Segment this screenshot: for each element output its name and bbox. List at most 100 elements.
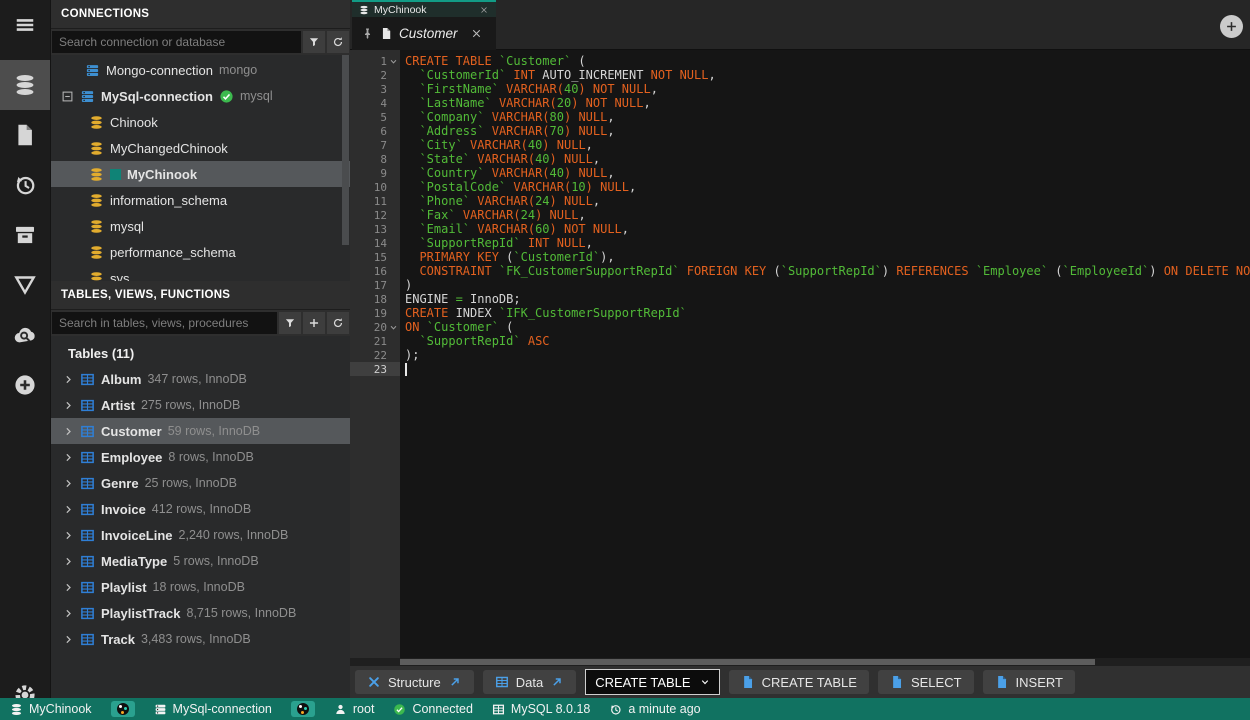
table-grid-icon [492, 703, 505, 716]
activity-item-filter[interactable] [0, 260, 50, 310]
chevron-down-icon[interactable] [387, 57, 399, 66]
database-item-mysql[interactable]: mysql [51, 213, 350, 239]
code-line-9: `Country` VARCHAR(40) NULL, [405, 166, 1250, 180]
status-last-refresh[interactable]: a minute ago [609, 702, 700, 716]
table-meta: 18 rows, InnoDB [153, 580, 245, 594]
activity-item-add-connection[interactable] [0, 360, 50, 410]
status-connection-status[interactable]: Connected [393, 702, 472, 716]
table-item-PlaylistTrack[interactable]: PlaylistTrack 8,715 rows, InnoDB [51, 600, 350, 626]
chevron-right-icon[interactable] [63, 582, 74, 593]
database-item-Chinook[interactable]: Chinook [51, 109, 350, 135]
add-tab-button[interactable] [1220, 15, 1243, 38]
chevron-right-icon[interactable] [63, 530, 74, 541]
close-icon[interactable] [479, 5, 489, 15]
table-item-MediaType[interactable]: MediaType5 rows, InnoDB [51, 548, 350, 574]
check-circle-icon [219, 89, 234, 104]
connections-search-input[interactable] [52, 31, 301, 53]
data-label: Data [516, 675, 543, 690]
activity-item-cloud-search[interactable] [0, 310, 50, 360]
code-line-12: `Fax` VARCHAR(24) NULL, [405, 208, 1250, 222]
history-icon [609, 703, 622, 716]
tab-connection-mychinook[interactable]: MyChinook [352, 0, 496, 17]
tables-tree: Tables (11)Album347 rows, InnoDBArtist27… [51, 336, 350, 700]
code-area[interactable]: CREATE TABLE `Customer` ( `CustomerId` I… [400, 50, 1250, 658]
tables-filter-button[interactable] [279, 312, 301, 334]
activity-item-backup[interactable] [0, 210, 50, 260]
status-user[interactable]: root [334, 702, 375, 716]
tab-document-customer[interactable]: Customer [352, 17, 496, 50]
connections-refresh-button[interactable] [327, 31, 349, 53]
chevron-down-icon[interactable] [387, 323, 399, 332]
table-name: Album [101, 372, 141, 387]
table-item-Track[interactable]: Track3,483 rows, InnoDB [51, 626, 350, 652]
database-item-information_schema[interactable]: information_schema [51, 187, 350, 213]
activity-item-history[interactable] [0, 160, 50, 210]
close-icon[interactable] [470, 27, 483, 40]
table-meta: 8,715 rows, InnoDB [187, 606, 297, 620]
chevron-right-icon[interactable] [63, 374, 74, 385]
database-icon [359, 5, 369, 15]
chevron-right-icon[interactable] [63, 608, 74, 619]
chevron-right-icon[interactable] [63, 478, 74, 489]
table-meta: 5 rows, InnoDB [173, 554, 258, 568]
horizontal-scrollbar-thumb[interactable] [400, 659, 1095, 665]
table-item-Playlist[interactable]: Playlist18 rows, InnoDB [51, 574, 350, 600]
code-line-14: `SupportRepId` INT NULL, [405, 236, 1250, 250]
connections-scrollbar-thumb[interactable] [342, 55, 349, 245]
line-number-22: 22 [350, 348, 400, 362]
table-item-Employee[interactable]: Employee 8 rows, InnoDB [51, 444, 350, 470]
tables-refresh-button[interactable] [327, 312, 349, 334]
connections-filter-button[interactable] [303, 31, 325, 53]
connection-item-Mongo-connection[interactable]: Mongo-connectionmongo [51, 57, 350, 83]
chevron-right-icon[interactable] [63, 634, 74, 645]
table-item-Artist[interactable]: Artist275 rows, InnoDB [51, 392, 350, 418]
database-item-performance_schema[interactable]: performance_schema [51, 239, 350, 265]
table-name: PlaylistTrack [101, 606, 181, 621]
code-line-2: `CustomerId` INT AUTO_INCREMENT NOT NULL… [405, 68, 1250, 82]
table-item-Genre[interactable]: Genre25 rows, InnoDB [51, 470, 350, 496]
minus-box-icon[interactable] [61, 90, 74, 103]
line-number-12: 12 [350, 208, 400, 222]
table-meta: 8 rows, InnoDB [168, 450, 253, 464]
structure-button[interactable]: Structure [355, 670, 474, 694]
tables-group-row[interactable]: Tables (11) [51, 340, 350, 366]
server-icon [85, 63, 100, 78]
status-server-version[interactable]: MySQL 8.0.18 [492, 702, 590, 716]
activity-item-files[interactable] [0, 110, 50, 160]
insert-button[interactable]: INSERT [983, 670, 1075, 694]
activity-bar [0, 0, 50, 698]
chevron-right-icon[interactable] [63, 504, 74, 515]
activity-item-menu[interactable] [0, 0, 50, 50]
table-item-InvoiceLine[interactable]: InvoiceLine2,240 rows, InnoDB [51, 522, 350, 548]
table-name: Track [101, 632, 135, 647]
chevron-right-icon[interactable] [63, 426, 74, 437]
table-item-Customer[interactable]: Customer59 rows, InnoDB [51, 418, 350, 444]
database-item-sys[interactable]: sys [51, 265, 350, 281]
table-grid-icon [80, 450, 95, 465]
status-active-database[interactable]: MyChinook [10, 702, 92, 716]
tables-search-input[interactable] [52, 312, 277, 334]
app-badge-icon[interactable] [291, 701, 315, 717]
chevron-right-icon[interactable] [63, 400, 74, 411]
status-connection-status-label: Connected [412, 702, 472, 716]
line-number-7: 7 [350, 138, 400, 152]
tables-add-button[interactable] [303, 312, 325, 334]
chevron-right-icon[interactable] [63, 556, 74, 567]
chevron-right-icon[interactable] [63, 452, 74, 463]
connection-item-MySql-connection[interactable]: MySql-connectionmysql [51, 83, 350, 109]
app-badge-icon[interactable] [111, 701, 135, 717]
statement-type-select[interactable]: CREATE TABLE [585, 669, 719, 695]
database-item-MyChangedChinook[interactable]: MyChangedChinook [51, 135, 350, 161]
data-button[interactable]: Data [483, 670, 576, 694]
code-line-16: CONSTRAINT `FK_CustomerSupportRepId` FOR… [405, 264, 1250, 278]
table-grid-icon [80, 554, 95, 569]
activity-item-connections[interactable] [0, 60, 50, 110]
table-item-Album[interactable]: Album347 rows, InnoDB [51, 366, 350, 392]
pin-icon[interactable] [361, 27, 374, 40]
status-active-connection[interactable]: MySql-connection [154, 702, 272, 716]
select-button[interactable]: SELECT [878, 670, 974, 694]
database-item-MyChinook[interactable]: MyChinook [51, 161, 350, 187]
table-item-Invoice[interactable]: Invoice412 rows, InnoDB [51, 496, 350, 522]
create-table-button[interactable]: CREATE TABLE [729, 670, 869, 694]
table-name: Employee [101, 450, 162, 465]
